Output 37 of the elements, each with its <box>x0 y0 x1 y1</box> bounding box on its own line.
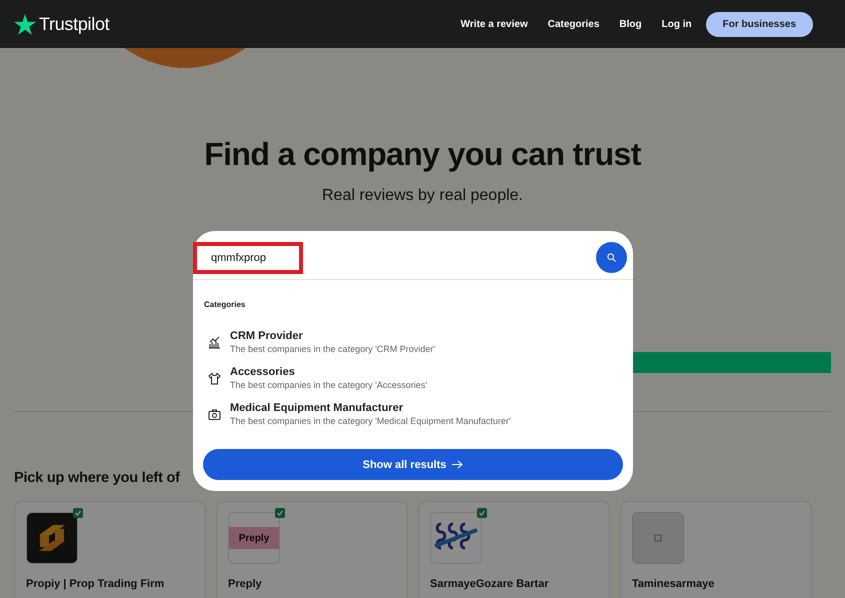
star-logo-icon[interactable] <box>14 14 36 34</box>
section-heading: Pick up where you left of <box>14 470 181 486</box>
search-icon <box>607 253 616 262</box>
hero-subtitle: Real reviews by real people. <box>322 187 523 205</box>
shirt-icon <box>208 372 221 384</box>
nav-link[interactable]: Categories <box>548 18 600 30</box>
hero-title: Find a company you can trust <box>204 136 641 173</box>
suggestion-title[interactable]: Medical Equipment Manufacturer <box>230 402 511 414</box>
chart-icon <box>208 336 221 348</box>
company-logo <box>26 512 78 564</box>
company-name: Propiy | Prop Trading Firm <box>26 578 166 590</box>
logo-text[interactable]: Trustpilot <box>39 14 110 34</box>
suggestion-description: The best companies in the category 'Accessories' <box>230 380 428 390</box>
company-card[interactable]: Propiy | Prop Trading Firm <box>14 501 206 598</box>
suggestion-description: The best companies in the category 'Medical Equipment Manufacturer' <box>230 416 511 426</box>
search-field[interactable]: qmmfxprop <box>193 242 303 274</box>
company-card[interactable]: Preply Preply <box>216 501 408 598</box>
company-card[interactable]: SarmayeGozare Bartar <box>418 501 610 598</box>
arrow-icon <box>452 460 464 469</box>
nav-link[interactable]: Write a review <box>460 18 528 30</box>
company-name: Taminesarmaye <box>632 578 716 590</box>
company-logo: Preply <box>229 527 279 549</box>
suggestion-title[interactable]: CRM Provider <box>230 330 436 342</box>
company-name: Preply <box>228 578 263 590</box>
search-button[interactable] <box>596 242 627 273</box>
medical-case-icon <box>208 408 221 420</box>
company-logo <box>430 512 482 564</box>
for-businesses-button[interactable]: For businesses <box>706 12 813 36</box>
company-card[interactable]: Taminesarmaye <box>620 501 812 598</box>
suggestion-title[interactable]: Accessories <box>230 366 428 378</box>
section-label: Categories <box>204 300 246 309</box>
placeholder-logo <box>632 512 684 564</box>
nav-link[interactable]: Blog <box>619 18 642 30</box>
nav-link[interactable]: Log in <box>662 18 692 30</box>
show-all-results-button[interactable]: Show all results <box>203 449 623 480</box>
suggestion-description: The best companies in the category 'CRM Provider' <box>230 344 436 354</box>
company-name: SarmayeGozare Bartar <box>430 578 550 590</box>
